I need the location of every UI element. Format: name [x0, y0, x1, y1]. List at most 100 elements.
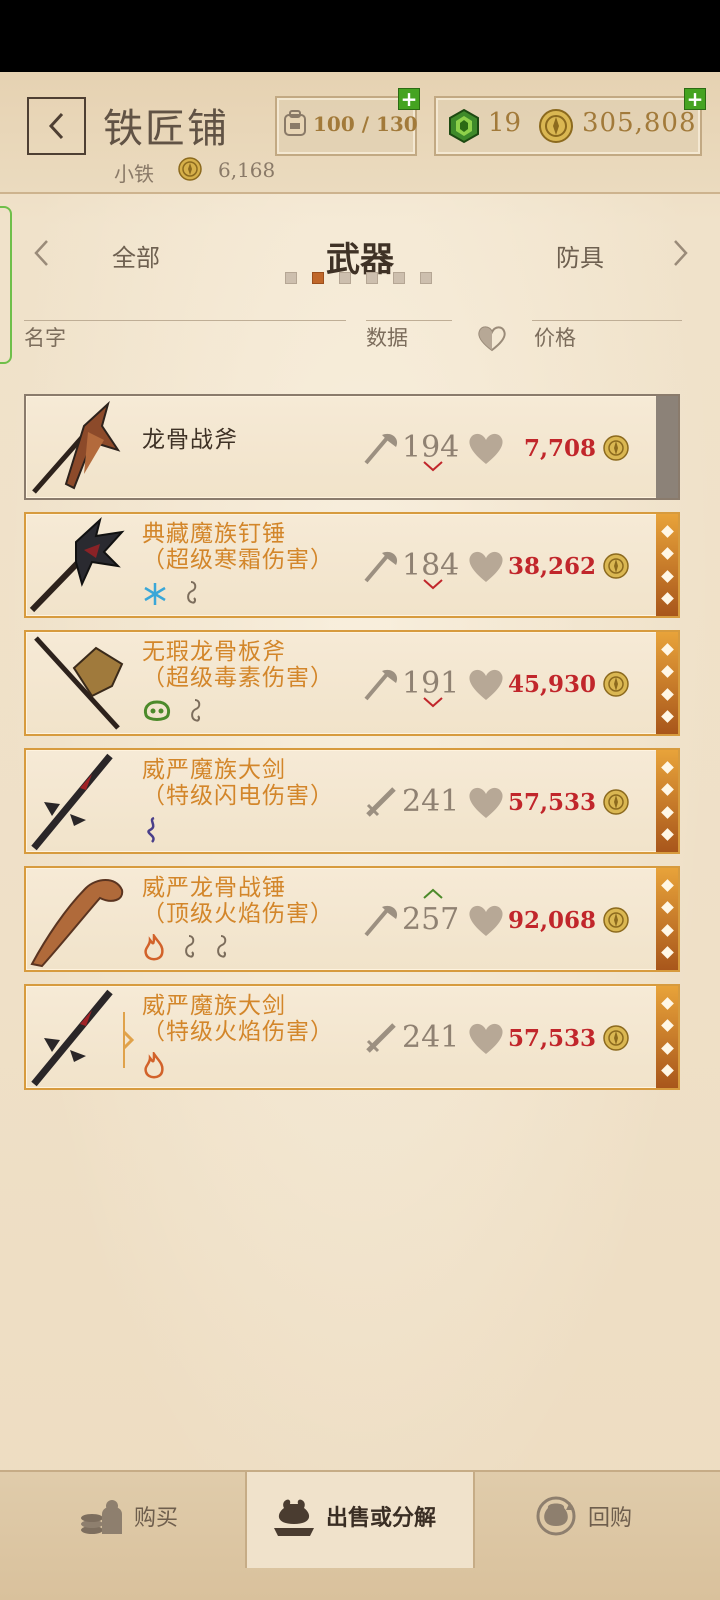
buy-button[interactable]: 购买	[78, 1494, 178, 1538]
page-dot	[339, 272, 351, 284]
tab-armor[interactable]: 防具	[556, 238, 604, 273]
gold-coin-icon	[603, 907, 629, 933]
axe-stat-icon	[364, 669, 398, 700]
buyback-button[interactable]: 回购	[532, 1494, 632, 1538]
gold-coin-icon	[603, 789, 629, 815]
item-price: 57,533	[508, 788, 630, 816]
favorite-heart-icon[interactable]	[466, 1020, 506, 1056]
page-dot-active	[312, 272, 324, 284]
mace-icon	[29, 517, 125, 613]
back-button[interactable]	[27, 97, 86, 155]
favorite-heart-icon[interactable]	[466, 666, 506, 702]
item-price: 45,930	[508, 670, 630, 698]
column-name-header[interactable]: 名字	[24, 322, 66, 352]
greatsword-icon	[31, 989, 113, 1087]
item-name-line1: 威严龙骨战锤	[142, 874, 286, 900]
greatsword-icon	[31, 753, 113, 851]
item-stat: 241	[362, 784, 459, 819]
item-name: 威严魔族大剑 （特级火焰伤害）	[142, 992, 372, 1044]
favorite-heart-icon[interactable]	[466, 902, 506, 938]
merchant-gold: 6,168	[218, 158, 276, 182]
merchant-coins-icon	[81, 1500, 122, 1534]
page-dot	[393, 272, 405, 284]
item-name: 龙骨战斧	[142, 426, 238, 452]
item-price-value: 92,068	[507, 906, 596, 934]
equipped-marker-icon	[122, 1012, 135, 1068]
fire-icon	[144, 1052, 164, 1079]
status-bar	[0, 0, 720, 72]
enchantment-icons	[142, 698, 204, 726]
enchantment-icons	[142, 934, 230, 962]
item-price-value: 57,533	[507, 1024, 596, 1052]
gold-coin-icon	[603, 553, 629, 579]
add-currency-button[interactable]: +	[684, 88, 706, 110]
axe-stat-icon	[364, 905, 398, 936]
rarity-strip	[656, 868, 678, 970]
list-item[interactable]: 典藏魔族钉锤 （超级寒霜伤害） 184 38,262	[24, 512, 680, 618]
battle-axe-icon	[34, 636, 124, 730]
poison-icon	[143, 700, 171, 721]
page-dot	[420, 272, 432, 284]
enchantment-icons	[142, 1052, 166, 1080]
stat-decrease-icon	[423, 697, 443, 708]
item-name: 威严龙骨战锤 （顶级火焰伤害）	[142, 874, 372, 926]
heart-icon[interactable]	[476, 324, 508, 352]
item-name: 威严魔族大剑 （特级闪电伤害）	[142, 756, 372, 808]
anvil-bag-icon	[274, 1499, 314, 1536]
gem-icon	[449, 108, 479, 144]
page-title: 铁匠铺	[103, 106, 229, 152]
favorite-heart-icon[interactable]	[466, 784, 506, 820]
favorite-heart-icon[interactable]	[466, 548, 506, 584]
list-item[interactable]: 龙骨战斧 194 7,708	[24, 394, 680, 500]
battle-axe-icon	[32, 400, 121, 494]
buyback-bag-icon	[536, 1496, 576, 1536]
rarity-strip	[656, 632, 678, 734]
capacity-value: 100 / 130	[313, 112, 418, 136]
item-stat: 257	[362, 902, 459, 937]
rarity-strip	[656, 986, 678, 1088]
list-item[interactable]: 威严魔族大剑 （特级火焰伤害） 241 57,533	[24, 984, 680, 1090]
column-price-header[interactable]: 价格	[534, 322, 576, 352]
item-name-line1: 典藏魔族钉锤	[142, 520, 286, 546]
item-price-value: 57,533	[507, 788, 596, 816]
list-item[interactable]: 无瑕龙骨板斧 （超级毒素伤害） 191 45,930	[24, 630, 680, 736]
axe-stat-icon	[364, 433, 398, 464]
item-price-value: 45,930	[507, 670, 596, 698]
favorite-heart-icon[interactable]	[466, 430, 506, 466]
hook-icon	[187, 581, 197, 604]
rarity-strip	[656, 396, 678, 498]
enchantment-icons	[142, 580, 200, 608]
sword-stat-icon	[366, 786, 396, 817]
warhammer-icon	[30, 879, 124, 968]
prev-category-arrow[interactable]	[32, 238, 52, 268]
column-divider	[532, 320, 682, 321]
buyback-label: 回购	[588, 1505, 633, 1530]
item-stat: 184	[362, 548, 459, 583]
item-stat: 241	[362, 1020, 459, 1055]
merchant-name: 小铁	[114, 162, 154, 186]
item-stat-value: 241	[402, 1020, 460, 1055]
hook-icon	[185, 935, 195, 958]
column-divider	[366, 320, 452, 321]
tab-all[interactable]: 全部	[112, 238, 160, 273]
item-price-value: 38,262	[507, 552, 596, 580]
page-dot	[366, 272, 378, 284]
sell-label: 出售或分解	[326, 1505, 437, 1530]
item-stat: 194	[362, 430, 459, 465]
fire-icon	[144, 934, 164, 961]
item-name-line2: （特级闪电伤害）	[142, 782, 334, 808]
sell-or-dismantle-button[interactable]: 出售或分解	[270, 1494, 436, 1538]
list-item[interactable]: 威严龙骨战锤 （顶级火焰伤害） 257 92,068	[24, 866, 680, 972]
rarity-strip	[656, 750, 678, 852]
list-item[interactable]: 威严魔族大剑 （特级闪电伤害） 241 57,533	[24, 748, 680, 854]
item-price: 57,533	[508, 1024, 630, 1052]
add-capacity-button[interactable]: +	[398, 88, 420, 110]
column-stats-header[interactable]: 数据	[366, 322, 408, 352]
gold-coin-icon	[178, 157, 202, 181]
gold-count: 305,808	[582, 108, 697, 138]
next-category-arrow[interactable]	[670, 238, 690, 268]
item-name-line1: 威严魔族大剑	[142, 992, 286, 1018]
sword-stat-icon	[366, 1022, 396, 1053]
item-name: 无瑕龙骨板斧 （超级毒素伤害）	[142, 638, 372, 690]
side-drawer-handle[interactable]	[0, 206, 12, 364]
